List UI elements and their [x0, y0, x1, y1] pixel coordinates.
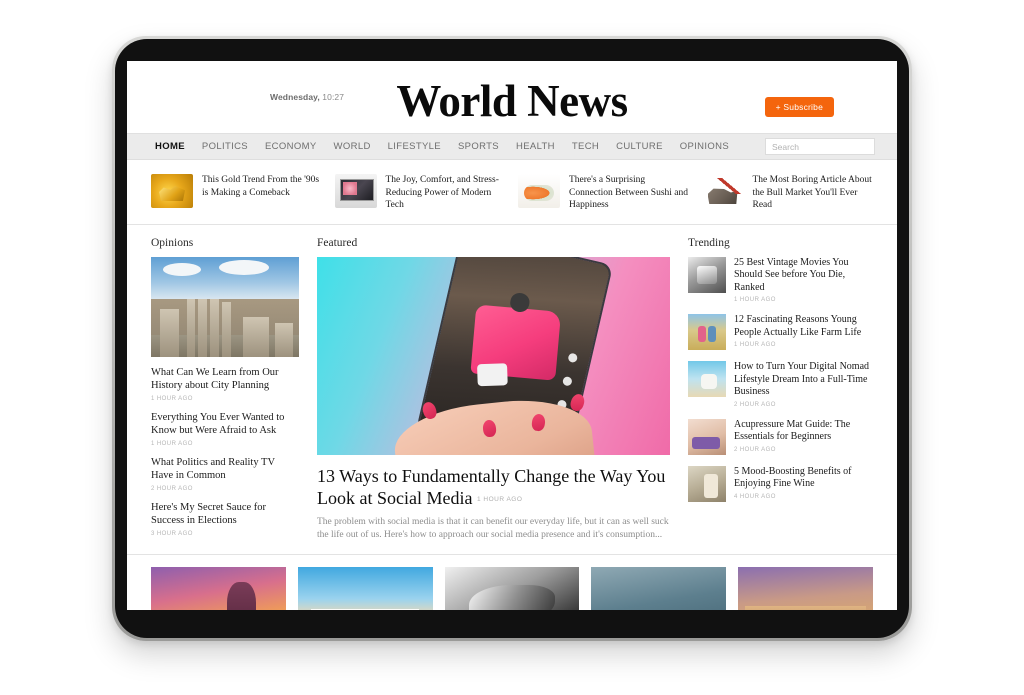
nav-item-world[interactable]: WORLD	[334, 141, 371, 152]
top-story-title[interactable]: The Joy, Comfort, and Stress-Reducing Po…	[386, 174, 507, 212]
cloud-shape	[219, 259, 270, 275]
beach-laptop-photo	[688, 361, 726, 397]
acupressure-mat-photo	[688, 418, 726, 455]
tablet-screen: Wednesday, 10:27 World News + Subscribe …	[127, 61, 897, 610]
person-shoe	[477, 363, 509, 387]
featured-image[interactable]	[317, 256, 670, 455]
trending-item-text: 5 Mood-Boosting Benefits of Enjoying Fin…	[734, 466, 873, 500]
opinion-article-title[interactable]: Here's My Secret Sauce for Success in El…	[151, 501, 299, 528]
opinion-article[interactable]: What Politics and Reality TV Have in Com…	[151, 447, 299, 492]
trending-heading: Trending	[688, 236, 730, 249]
top-story[interactable]: The Most Boring Article About the Bull M…	[701, 174, 874, 212]
trending-item-title[interactable]: 5 Mood-Boosting Benefits of Enjoying Fin…	[734, 466, 873, 491]
ruin-wall	[275, 322, 294, 357]
top-story-title[interactable]: The Most Boring Article About the Bull M…	[753, 174, 874, 212]
nav-item-sports[interactable]: SPORTS	[458, 141, 499, 152]
sunset-silhouette-photo[interactable]	[151, 567, 286, 610]
vintage-movie-photo	[688, 256, 726, 293]
sushi-photo	[518, 174, 560, 208]
blue-water-texture-photo[interactable]	[591, 567, 727, 610]
wine-tasting-photo	[688, 465, 726, 502]
trending-item[interactable]: 5 Mood-Boosting Benefits of Enjoying Fin…	[688, 465, 873, 502]
nav-item-culture[interactable]: CULTURE	[616, 141, 663, 152]
site-masthead: Wednesday, 10:27 World News + Subscribe	[127, 61, 897, 133]
trending-item-title[interactable]: Acupressure Mat Guide: The Essentials fo…	[734, 419, 873, 444]
nav-item-lifestyle[interactable]: LIFESTYLE	[388, 141, 441, 152]
cityscape-photo[interactable]	[738, 567, 873, 610]
opinions-article-list: What Can We Learn from Our History about…	[151, 357, 299, 537]
featured-column: Featured 13 Ways to Fundamentally Change…	[317, 237, 670, 543]
ruin-column	[159, 308, 180, 357]
aerial-waves-photo[interactable]	[444, 567, 580, 610]
nav-item-economy[interactable]: ECONOMY	[265, 141, 317, 152]
trending-item-title[interactable]: 12 Fascinating Reasons Young People Actu…	[734, 314, 873, 339]
trending-item-title[interactable]: 25 Best Vintage Movies You Should See be…	[734, 257, 873, 295]
top-story[interactable]: The Joy, Comfort, and Stress-Reducing Po…	[334, 174, 507, 212]
nav-item-politics[interactable]: POLITICS	[202, 141, 248, 152]
top-story[interactable]: There's a Surprising Connection Between …	[518, 174, 690, 212]
featured-excerpt: The problem with social media is that it…	[317, 517, 669, 541]
santorini-coast-photo[interactable]	[297, 567, 433, 610]
opinion-article-timestamp: 3 HOUR AGO	[151, 530, 193, 537]
opinions-hero-image[interactable]	[151, 256, 299, 357]
opinion-article-title[interactable]: What Politics and Reality TV Have in Com…	[151, 456, 299, 483]
trending-item-text: Acupressure Mat Guide: The Essentials fo…	[734, 419, 873, 453]
opinion-article[interactable]: Here's My Secret Sauce for Success in El…	[151, 492, 299, 537]
cloud-shape	[162, 262, 202, 276]
nav-item-home[interactable]: HOME	[155, 141, 185, 152]
bull-market-chart-photo	[701, 174, 744, 208]
trending-item-title[interactable]: How to Turn Your Digital Nomad Lifestyle…	[734, 361, 873, 399]
ruin-column	[198, 298, 208, 357]
search-input[interactable]	[765, 138, 875, 155]
gold-bars-photo	[151, 174, 193, 208]
main-navigation: HOME POLITICS ECONOMY WORLD LIFESTYLE SPORTS H…	[127, 133, 897, 160]
opinion-article-title[interactable]: Everything You Ever Wanted to Know but W…	[151, 411, 299, 438]
trending-item-text: 25 Best Vintage Movies You Should See be…	[734, 257, 873, 304]
trending-column: Trending 25 Best Vintage Movies You Shou…	[688, 237, 873, 543]
trending-item[interactable]: How to Turn Your Digital Nomad Lifestyle…	[688, 361, 873, 408]
ruin-wall	[242, 316, 270, 357]
opinion-article[interactable]: What Can We Learn from Our History about…	[151, 357, 299, 402]
ruin-column	[186, 298, 196, 357]
opinion-article-title[interactable]: What Can We Learn from Our History about…	[151, 366, 299, 393]
tablet-bezel: Wednesday, 10:27 World News + Subscribe …	[115, 39, 909, 638]
trending-item-text: How to Turn Your Digital Nomad Lifestyle…	[734, 361, 873, 408]
trending-item[interactable]: Acupressure Mat Guide: The Essentials fo…	[688, 418, 873, 455]
trending-item-list: 25 Best Vintage Movies You Should See be…	[688, 256, 873, 502]
bottom-image-gallery	[127, 554, 897, 610]
trending-item[interactable]: 25 Best Vintage Movies You Should See be…	[688, 256, 873, 304]
top-story-title[interactable]: This Gold Trend From the '90s is Making …	[202, 174, 323, 199]
trending-item-timestamp: 4 HOUR AGO	[734, 493, 776, 500]
trending-item-timestamp: 2 HOUR AGO	[734, 446, 776, 453]
ruin-column	[210, 298, 220, 357]
top-story[interactable]: This Gold Trend From the '90s is Making …	[151, 174, 323, 212]
featured-title[interactable]: 13 Ways to Fundamentally Change the Way …	[317, 465, 670, 511]
nav-item-opinions[interactable]: OPINIONS	[680, 141, 729, 152]
featured-timestamp: 1 HOUR AGO	[476, 495, 523, 503]
trending-item-text: 12 Fascinating Reasons Young People Actu…	[734, 314, 873, 348]
opinions-heading: Opinions	[151, 236, 194, 249]
trending-item-timestamp: 1 HOUR AGO	[734, 297, 776, 303]
tablet-device-frame: Wednesday, 10:27 World News + Subscribe …	[112, 36, 912, 641]
subscribe-button[interactable]: + Subscribe	[764, 97, 834, 117]
trending-item-timestamp: 1 HOUR AGO	[734, 342, 776, 348]
nav-item-tech[interactable]: TECH	[572, 141, 599, 152]
ruin-column	[222, 301, 231, 357]
desktop-computer-photo	[334, 174, 377, 208]
top-story-title[interactable]: There's a Surprising Connection Between …	[569, 174, 690, 212]
main-content: Opinions What Can We Learn from Our Hist…	[127, 224, 897, 543]
top-stories-strip: This Gold Trend From the '90s is Making …	[127, 160, 897, 225]
opinions-column: Opinions What Can We Learn from Our Hist…	[151, 237, 299, 543]
farm-couple-photo	[688, 314, 726, 350]
nav-item-health[interactable]: HEALTH	[516, 141, 555, 152]
opinion-article[interactable]: Everything You Ever Wanted to Know but W…	[151, 402, 299, 447]
nav-item-list: HOME POLITICS ECONOMY WORLD LIFESTYLE SPORTS H…	[155, 141, 729, 152]
trending-item[interactable]: 12 Fascinating Reasons Young People Actu…	[688, 314, 873, 350]
featured-heading: Featured	[317, 236, 358, 249]
trending-item-timestamp: 2 HOUR AGO	[734, 401, 776, 408]
